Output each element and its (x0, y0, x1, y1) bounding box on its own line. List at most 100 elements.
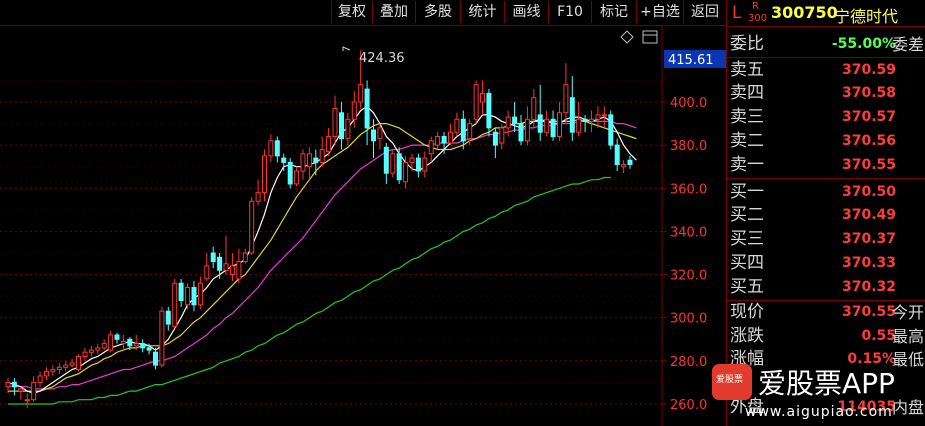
diamond-icon[interactable] (620, 30, 634, 44)
mark-button[interactable]: 标记 (591, 1, 636, 23)
candle-up (377, 127, 383, 140)
candle-down (582, 118, 588, 123)
buy-row[interactable]: 买二 370.49 (727, 204, 925, 227)
sell-row[interactable]: 卖一 370.55 (727, 154, 925, 177)
y-tick-label: 260.0 (670, 398, 707, 413)
candle-up (50, 369, 56, 373)
candle-down (460, 118, 466, 142)
candle-up (332, 108, 338, 137)
candle-up (223, 263, 229, 271)
draw-line-button[interactable]: 画线 (504, 1, 548, 23)
candle-up (44, 371, 49, 377)
buy-3-price: 370.37 (841, 231, 896, 247)
buy-row[interactable]: 买三 370.37 (727, 228, 925, 251)
candle-down (614, 144, 620, 165)
sell-row[interactable]: 卖二 370.56 (727, 130, 925, 153)
buy-row[interactable]: 买五 370.32 (727, 276, 925, 299)
sell-1-label: 卖一 (730, 155, 764, 175)
candle-up (358, 84, 364, 103)
sell-3-label: 卖三 (730, 107, 764, 127)
market-tag: L (732, 3, 742, 23)
y-tick-label: 320.0 (670, 269, 707, 284)
statistics-button[interactable]: 统计 (460, 1, 504, 23)
brand-badge: 爱股票 (716, 375, 744, 385)
buy-3-label: 买三 (730, 229, 764, 249)
candle-up (524, 118, 530, 142)
sell-5-price: 370.59 (841, 62, 896, 78)
back-button[interactable]: 返回 (683, 1, 726, 23)
chart-controls (620, 30, 658, 44)
candle-up (69, 362, 75, 366)
candle-down (441, 136, 447, 144)
sell-4-label: 卖四 (730, 83, 764, 103)
candle-up (120, 340, 126, 345)
candle-down (274, 140, 280, 157)
candle-up (268, 140, 274, 157)
candle-down (518, 123, 524, 142)
sell-row[interactable]: 卖五 370.59 (727, 59, 925, 82)
candle-up (262, 155, 267, 194)
y-tick-label: 400.0 (670, 96, 707, 111)
overlay-button[interactable]: 叠加 (372, 1, 415, 23)
fuquan-button[interactable]: 复权 (331, 1, 372, 23)
candle-up (159, 310, 165, 366)
candle-up (531, 97, 537, 120)
candle-up (454, 118, 460, 133)
candle-up (351, 101, 357, 120)
candle-up (563, 84, 569, 114)
candle-up (480, 92, 485, 103)
window-icon[interactable] (642, 30, 658, 44)
candle-up (204, 265, 210, 280)
candle-up (300, 153, 306, 172)
candle-up (185, 287, 191, 306)
buy-row[interactable]: 买一 370.50 (727, 181, 925, 204)
candle-down (281, 157, 287, 163)
candle-up (428, 140, 434, 155)
candle-up (5, 381, 11, 388)
candle-down (371, 129, 376, 142)
candle-up (294, 170, 300, 185)
add-watchlist-button[interactable]: +自选 (636, 1, 683, 23)
candle-up (18, 388, 24, 392)
open-label: 今开 (891, 303, 924, 322)
wei-bi-value: -55.00% (831, 36, 896, 52)
current-price-label-text: 现价 (730, 302, 764, 322)
candle-up (595, 114, 601, 120)
candle-up (133, 343, 139, 347)
candle-up (448, 131, 453, 144)
candle-up (63, 364, 69, 368)
current-price-tag: 415.61 (664, 50, 726, 68)
wei-cha-label: 委差 (891, 35, 924, 54)
brand-name: 爱股票APP (758, 367, 895, 400)
high-annotation: 424.36 (342, 46, 405, 66)
chart-toolbar: 复权 叠加 多股 统计 画线 F10 标记 +自选 返回 (0, 0, 726, 26)
sell-row[interactable]: 卖三 370.57 (727, 106, 925, 129)
sell-1-price: 370.55 (841, 157, 896, 173)
sell-2-price: 370.56 (841, 133, 896, 149)
change-label: 涨跌 (730, 326, 764, 346)
candle-up (76, 356, 81, 370)
candle-up (249, 200, 255, 254)
ma60-line (8, 176, 611, 405)
wei-bi-label: 委比 (730, 34, 764, 54)
candle-down (627, 159, 633, 165)
candle-up (422, 157, 428, 172)
candle-up (255, 192, 261, 202)
sell-row[interactable]: 卖四 370.58 (727, 82, 925, 105)
stock-code: 300750 (771, 3, 838, 22)
buy-4-label: 买四 (730, 253, 764, 273)
candle-down (140, 343, 146, 349)
f10-button[interactable]: F10 (548, 1, 591, 23)
brand-url: www.aigupiao.com (745, 404, 893, 420)
candle-up (409, 157, 415, 163)
candle-down (492, 131, 498, 146)
buy-1-price: 370.50 (841, 184, 896, 200)
candle-down (537, 114, 543, 133)
candle-up (24, 399, 30, 402)
candle-down (114, 334, 120, 340)
multi-stock-button[interactable]: 多股 (415, 1, 460, 23)
buy-row[interactable]: 买四 370.33 (727, 252, 925, 275)
candlestick-chart[interactable]: 400.0 380.0 360.0 340.0 320.0 300.0 280.0 260.0… (0, 26, 726, 426)
candle-down (165, 310, 171, 325)
candle-down (146, 347, 152, 351)
